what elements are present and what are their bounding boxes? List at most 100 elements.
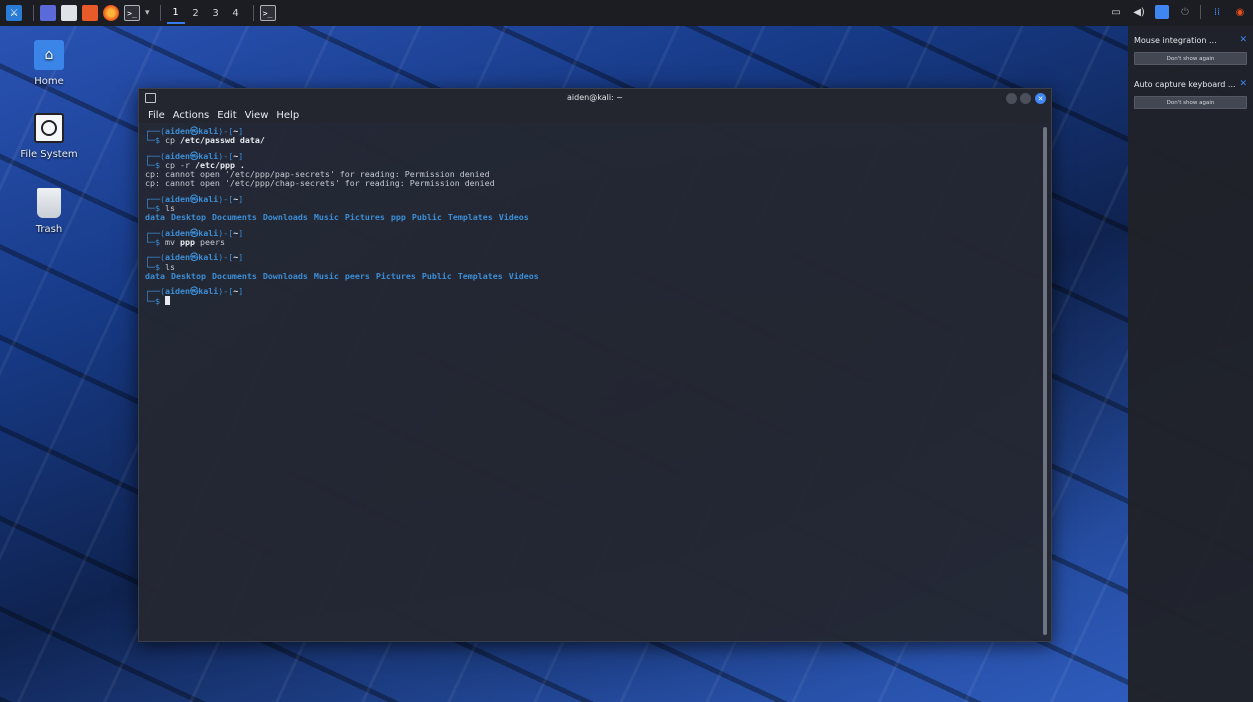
desktop-icon-trash[interactable]: Trash xyxy=(14,188,84,235)
text-editor-icon[interactable] xyxy=(82,5,98,21)
ls-entry: Downloads xyxy=(262,212,308,223)
command-line: └─$ cp /etc/passwd data/ xyxy=(145,136,1037,145)
top-panel: ⚔ >_ ▾ 1 2 3 4 >_ ▭ ◀) ⏻ ⁞⁞ ◉ xyxy=(0,0,1253,26)
workspace-2[interactable]: 2 xyxy=(187,2,205,24)
panel-separator xyxy=(159,5,161,21)
ls-entry: Public xyxy=(411,212,442,223)
prompt-frame: )-[ xyxy=(218,286,234,297)
display-icon[interactable]: ▭ xyxy=(1109,5,1123,19)
desktop-icon-label: Home xyxy=(34,76,64,87)
prompt-frame: ] xyxy=(238,227,244,238)
prompt-frame: ] xyxy=(238,286,244,297)
dont-show-again-button[interactable]: Don't show again xyxy=(1134,52,1247,65)
desktop-icon-file-system[interactable]: File System xyxy=(14,113,84,160)
close-button[interactable]: ✕ xyxy=(1035,93,1046,104)
ls-entry: Pictures xyxy=(344,212,385,223)
terminal-menubar: File Actions Edit View Help xyxy=(139,107,1051,123)
ls-output-line: data Desktop Documents Downloads Music Pictur… xyxy=(145,213,1037,222)
menu-view[interactable]: View xyxy=(245,110,269,121)
command-name: cp xyxy=(165,135,175,146)
ls-entry: Downloads xyxy=(262,270,308,281)
menu-edit[interactable]: Edit xyxy=(217,110,236,121)
command-name: mv xyxy=(165,236,175,247)
prompt-line: ┌──(aiden㉿kali)-[~] xyxy=(145,126,1037,136)
prompt-frame: ] xyxy=(238,193,244,204)
show-desktop-icon[interactable] xyxy=(40,5,56,21)
menu-help[interactable]: Help xyxy=(276,110,299,121)
ls-entry: Documents xyxy=(211,212,257,223)
ls-output-line: data Desktop Documents Downloads Music peers P… xyxy=(145,270,1037,281)
window-title: aiden@kali: ~ xyxy=(567,93,623,102)
ls-entry: Desktop xyxy=(170,212,206,223)
workspace-3[interactable]: 3 xyxy=(207,2,225,24)
tray-separator xyxy=(1200,5,1201,19)
trash-icon xyxy=(37,188,61,218)
prompt-line: ┌──(aiden㉿kali)-[~] xyxy=(145,151,1037,161)
firefox-icon[interactable] xyxy=(103,5,119,21)
volume-icon[interactable]: ◀) xyxy=(1132,5,1146,19)
network-icon[interactable] xyxy=(1155,5,1169,19)
command-args: ppp xyxy=(175,236,195,247)
ls-entry: Music xyxy=(313,270,339,281)
prompt-symbol: $ xyxy=(155,236,165,247)
menu-file[interactable]: File xyxy=(148,110,165,121)
command-line: └─$ xyxy=(145,296,1037,307)
prompt-frame: ] xyxy=(238,252,244,263)
ls-entry: Music xyxy=(313,212,339,223)
notification-icon[interactable]: ◉ xyxy=(1233,5,1247,19)
prompt-user: aiden㉿kali xyxy=(164,286,219,297)
ls-entry: ppp xyxy=(390,212,406,223)
prompt-frame: └─ xyxy=(145,135,155,146)
maximize-button[interactable] xyxy=(1020,93,1031,104)
prompt-frame: └─ xyxy=(145,296,155,307)
prompt-line: ┌──(aiden㉿kali)-[~] xyxy=(145,287,1037,296)
desktop-icon-home[interactable]: ⌂ Home xyxy=(14,40,84,87)
ls-entry: Documents xyxy=(211,270,257,281)
chevron-down-icon[interactable]: ▾ xyxy=(145,8,150,18)
prompt-frame: )-[ xyxy=(218,252,234,263)
notification-button-label: Don't show again xyxy=(1166,99,1215,106)
dont-show-again-button[interactable]: Don't show again xyxy=(1134,96,1247,109)
notification-title: Mouse integration ... xyxy=(1134,35,1217,45)
panel-separator xyxy=(252,5,254,21)
terminal-titlebar[interactable]: aiden@kali: ~ ✕ xyxy=(139,89,1051,107)
ls-entry: Videos xyxy=(508,270,539,281)
minimize-button[interactable] xyxy=(1006,93,1017,104)
terminal-window[interactable]: aiden@kali: ~ ✕ File Actions Edit View H… xyxy=(138,88,1052,642)
file-manager-icon[interactable] xyxy=(61,5,77,21)
close-icon[interactable]: ✕ xyxy=(1239,79,1247,89)
output-line: cp: cannot open '/etc/ppp/chap-secrets' … xyxy=(145,178,495,189)
terminal-launcher-icon[interactable]: >_ xyxy=(124,5,140,21)
drive-icon xyxy=(34,113,64,143)
system-tray: ▭ ◀) ⏻ ⁞⁞ ◉ xyxy=(1100,5,1247,19)
menu-actions[interactable]: Actions xyxy=(173,110,210,121)
notification-title: Auto capture keyboard ... xyxy=(1134,79,1236,89)
power-icon[interactable]: ⏻ xyxy=(1178,5,1192,19)
command-tail: peers xyxy=(194,236,225,247)
command-line: └─$ mv ppp peers xyxy=(145,236,1037,247)
prompt-frame: )-[ xyxy=(218,193,234,204)
desktop-icon-label: File System xyxy=(20,149,78,160)
prompt-frame: └─ xyxy=(145,236,155,247)
notification-button-label: Don't show again xyxy=(1166,55,1215,62)
ls-entry: peers xyxy=(344,270,370,281)
workspace-1[interactable]: 1 xyxy=(166,2,185,24)
ls-entry: Videos xyxy=(498,212,529,223)
ls-entry: Templates xyxy=(457,270,503,281)
notification-mouse-integration: Mouse integration ... ✕ Don't show again xyxy=(1134,32,1247,65)
terminal-cursor xyxy=(165,296,170,306)
close-icon[interactable]: ✕ xyxy=(1239,35,1247,45)
prompt-symbol: $ xyxy=(155,296,165,307)
ls-entry: data xyxy=(145,270,165,281)
panel-separator xyxy=(33,5,34,21)
taskbar-terminal-window-icon[interactable]: >_ xyxy=(259,5,276,21)
notification-panel: Mouse integration ... ✕ Don't show again… xyxy=(1128,26,1253,702)
kali-menu-icon[interactable]: ⚔ xyxy=(6,5,22,21)
ls-entry: data xyxy=(145,212,165,223)
prompt-frame: ┌──( xyxy=(145,286,165,297)
ls-entry: Public xyxy=(421,270,452,281)
terminal-scrollbar[interactable] xyxy=(1043,127,1047,635)
bluetooth-icon[interactable]: ⁞⁞ xyxy=(1210,5,1224,19)
terminal-output[interactable]: ┌──(aiden㉿kali)-[~] └─$ cp /etc/passwd da… xyxy=(145,126,1037,637)
workspace-4[interactable]: 4 xyxy=(227,2,245,24)
